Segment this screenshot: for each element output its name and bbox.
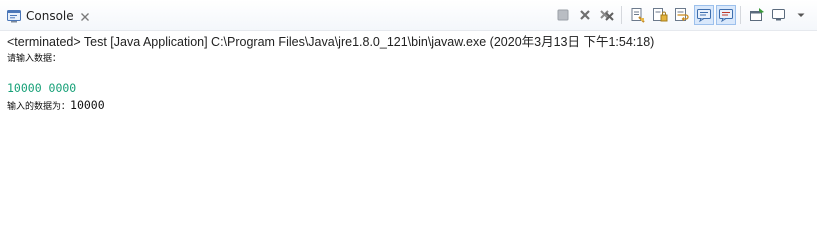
display-selected-console-icon[interactable] bbox=[769, 5, 789, 25]
pin-console-icon[interactable] bbox=[747, 5, 767, 25]
console-prompt-line: 请输入数据： bbox=[7, 54, 62, 64]
show-on-stdout-icon[interactable] bbox=[694, 5, 714, 25]
console-output-line: 输入的数据为：10000 bbox=[7, 96, 105, 112]
console-output[interactable]: 请输入数据： 10000 0000 输入的数据为：10000 bbox=[7, 52, 105, 112]
console-view: Console <terminated> Test [Java Applicat… bbox=[0, 0, 817, 249]
remove-all-terminated-icon[interactable] bbox=[597, 5, 617, 25]
console-icon bbox=[6, 8, 22, 24]
scroll-lock-icon[interactable] bbox=[650, 5, 670, 25]
word-wrap-icon[interactable] bbox=[672, 5, 692, 25]
console-tab-label: Console bbox=[26, 9, 74, 23]
toolbar-separator bbox=[740, 6, 741, 24]
clear-console-icon[interactable] bbox=[628, 5, 648, 25]
console-output-label: 输入的数据为： bbox=[7, 102, 71, 112]
view-menu-icon[interactable] bbox=[791, 5, 811, 25]
console-tab[interactable]: Console bbox=[4, 4, 94, 28]
console-toolbar bbox=[551, 5, 811, 25]
terminate-icon[interactable] bbox=[553, 5, 573, 25]
show-on-stderr-icon[interactable] bbox=[716, 5, 736, 25]
close-icon[interactable] bbox=[80, 11, 90, 21]
console-user-input: 10000 0000 bbox=[7, 81, 77, 95]
launch-status-line: <terminated> Test [Java Application] C:\… bbox=[7, 35, 655, 49]
remove-launch-icon[interactable] bbox=[575, 5, 595, 25]
console-output-value: 10000 bbox=[70, 98, 105, 112]
toolbar-separator bbox=[621, 6, 622, 24]
console-tab-bar: Console bbox=[0, 0, 817, 31]
